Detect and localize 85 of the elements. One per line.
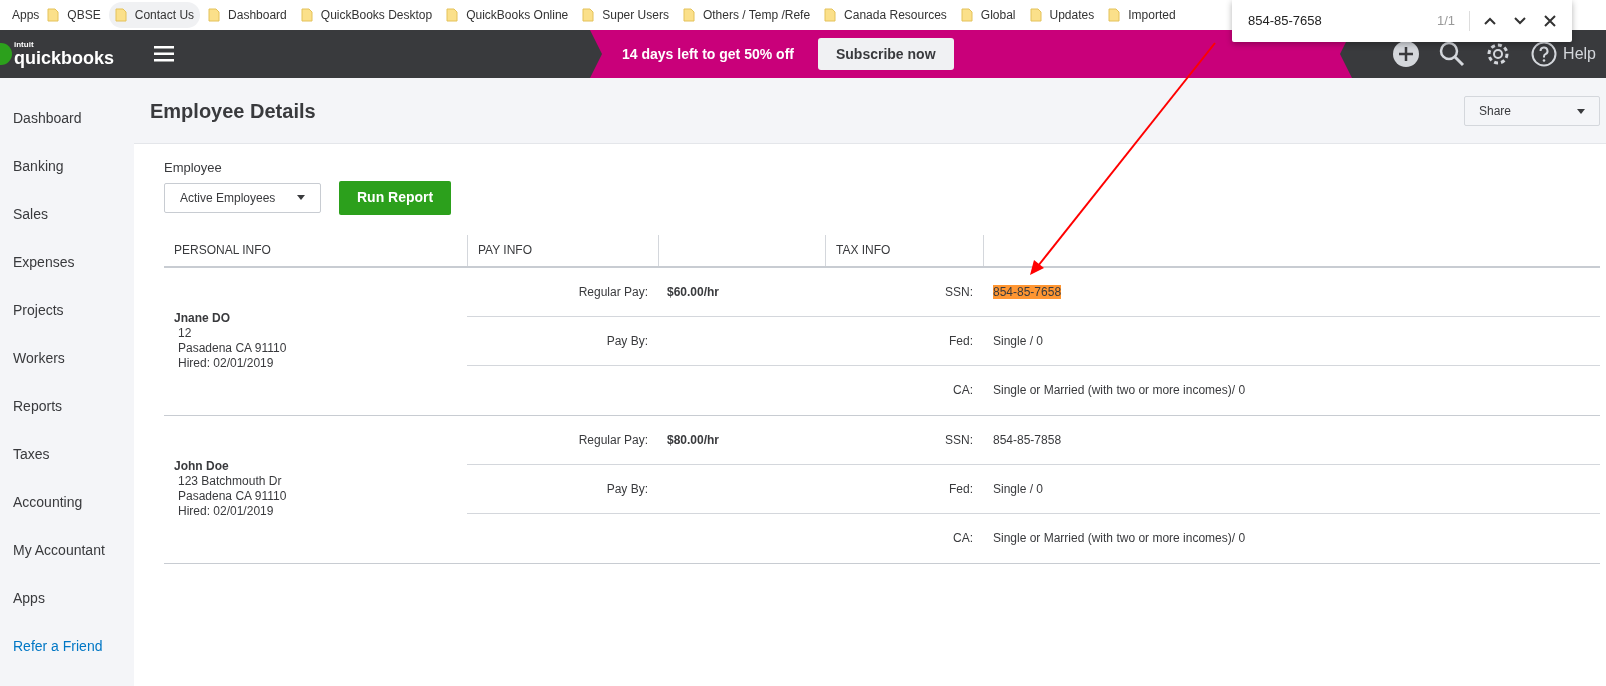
sidebar-item[interactable]: Reports [13,395,134,417]
logo-small-text: intuit [14,41,35,49]
close-icon[interactable] [1544,15,1556,27]
find-input[interactable]: 854-85-7658 [1248,11,1437,31]
folder-icon [446,8,459,22]
tax-value: Single / 0 [993,481,1044,496]
pay-value: $80.00/hr [667,432,720,447]
employee-detail: 12 [177,326,193,341]
employee-label: Employee [164,159,223,177]
sidebar-item[interactable]: Banking [13,155,134,177]
tax-label: Fed: [949,333,973,348]
employee-detail: Pasadena CA 91110 [177,489,288,504]
sidebar-item[interactable]: My Accountant [13,539,134,561]
folder-icon [208,8,221,22]
sidebar-item[interactable]: Taxes [13,443,134,465]
sidebar-item[interactable]: Projects [13,299,134,321]
employee-dropdown[interactable]: Active Employees [164,182,321,213]
pay-label: Regular Pay: [578,284,648,299]
folder-icon [1108,8,1121,22]
caret-icon [1577,108,1585,114]
employee-detail: Hired: 02/01/2019 [177,356,275,371]
bookmark-apps[interactable]: Apps [12,6,40,24]
folder-icon [1029,8,1042,22]
sidebar-item[interactable]: Apps [13,587,134,609]
menu-icon[interactable] [154,46,174,62]
employee-name: Jnane DO [174,311,231,326]
tax-label: CA: [953,383,973,397]
tax-value: Single or Married (with two or more incomes)/ 0 [993,383,1246,397]
plus-icon[interactable] [1393,41,1420,67]
promo-text: 14 days left to get 50% off [622,44,794,64]
sidebar-item[interactable]: Workers [13,347,134,369]
tax-label: CA: [953,531,973,545]
pay-label: Pay By: [606,333,648,348]
column-header: PERSONAL INFO [174,242,271,259]
sidebar-item[interactable]: Sales [13,203,134,225]
tax-value: Single or Married (with two or more incomes)/ 0 [993,531,1246,545]
chevron-up-icon[interactable] [1484,17,1496,25]
bookmark[interactable]: Canada Resources [818,2,953,28]
bookmark[interactable]: Dashboard [202,2,293,28]
refer-link[interactable]: Refer a Friend [13,635,134,657]
sidebar-item[interactable]: Dashboard [13,107,134,129]
bookmark[interactable]: Others / Temp /Refe [676,2,817,28]
help-link[interactable]: Help [1563,42,1596,66]
employee-detail: Pasadena CA 91110 [177,341,288,356]
pay-label: Regular Pay: [578,432,648,447]
logo-icon [0,43,12,65]
tax-value: 854-85-7858 [993,432,1062,447]
bookmark[interactable]: QBSE [41,2,107,28]
column-header: PAY INFO [478,242,532,259]
folder-icon [300,8,313,22]
folder-icon [824,8,837,22]
bookmark[interactable]: QuickBooks Desktop [294,2,439,28]
share-dropdown[interactable]: Share [1464,96,1600,126]
caret-icon [297,195,305,200]
bookmark[interactable]: Global [954,2,1022,28]
folder-icon [582,8,595,22]
sidebar-item[interactable]: Expenses [13,251,134,273]
search-icon[interactable] [1439,41,1466,67]
tax-label: Fed: [949,481,973,496]
tax-label: SSN: [945,432,973,447]
folder-icon [960,8,973,22]
help-icon[interactable] [1531,41,1558,67]
pay-label: Pay By: [606,481,648,496]
sidebar-item[interactable]: Accounting [13,491,134,513]
bookmark[interactable]: Super Users [576,2,675,28]
bookmark[interactable]: Contact Us [108,2,201,28]
tax-label: SSN: [945,284,973,299]
tax-value: 854-85-7658 [993,284,1062,299]
bookmark[interactable]: Updates [1023,2,1101,28]
match-count: 1/1 [1436,11,1470,31]
chevron-down-icon[interactable] [1514,17,1526,25]
subscribe-button[interactable]: Subscribe now [817,38,954,70]
pay-value: $60.00/hr [667,284,720,299]
employee-detail: Hired: 02/01/2019 [177,504,275,519]
bookmark[interactable]: Imported [1102,2,1182,28]
folder-icon [682,8,695,22]
folder-icon [114,8,127,22]
logo-text: quickbooks [14,49,115,67]
employee-name: John Doe [174,459,230,474]
page-title: Employee Details [150,99,316,124]
tax-value: Single / 0 [993,333,1044,348]
employee-detail: 123 Batchmouth Dr [177,474,283,489]
folder-icon [47,8,60,22]
bookmark[interactable]: QuickBooks Online [440,2,575,28]
column-header: TAX INFO [836,242,891,259]
